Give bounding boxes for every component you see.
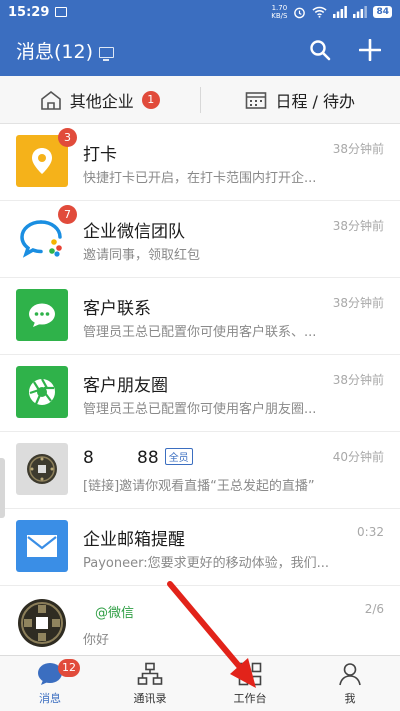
coin-icon: [27, 454, 57, 484]
unread-badge: 3: [58, 128, 77, 147]
grid-icon: [238, 662, 262, 686]
tab-messages[interactable]: 消息 12: [0, 656, 100, 711]
conversation-time: 40分钟前: [332, 450, 384, 464]
tab-contacts-label: 通讯录: [133, 692, 167, 705]
list-item[interactable]: @微信 你好 2/6: [0, 586, 400, 663]
network-speed-value: 1.70: [271, 4, 288, 12]
chat-bubble-icon: [20, 220, 62, 258]
wifi-icon: [312, 6, 328, 18]
conversation-name: 客户朋友圈: [83, 376, 168, 396]
battery-indicator: 84: [373, 6, 392, 18]
tab-me[interactable]: 我: [300, 656, 400, 711]
customer-moments-avatar: [16, 366, 68, 418]
conversation-preview: 管理员王总已配置你可使用客户朋友圈...: [83, 402, 317, 417]
status-bar: 15:29 1.70 KB/S 84: [0, 0, 400, 24]
conversation-preview: 你好: [83, 633, 110, 648]
unread-badge: 7: [58, 205, 77, 224]
list-item[interactable]: 8 88 全员 [链接]邀请你观看直播“王总发起的直播” 40分钟前: [0, 432, 400, 509]
tab-contacts[interactable]: 通讯录: [100, 656, 200, 711]
alarm-icon: [294, 7, 306, 18]
mail-avatar: [16, 520, 68, 572]
conversation-name-wrap: @微信: [83, 602, 134, 622]
conversation-time: 38分钟前: [332, 296, 384, 310]
mail-icon: [27, 535, 57, 557]
conversation-preview: [链接]邀请你观看直播“王总发起的直播”: [83, 479, 315, 494]
search-icon: [310, 40, 331, 61]
tab-workbench[interactable]: 工作台: [200, 656, 300, 711]
conversation-name-wrap: 8 88 全员: [83, 448, 193, 468]
side-drawer-handle[interactable]: [0, 458, 5, 518]
signal-icon-2: [353, 6, 368, 18]
other-companies-label: 其他企业: [69, 91, 134, 111]
calendar-icon: [246, 91, 267, 109]
conversation-name: 企业微信团队: [83, 222, 185, 242]
org-chart-icon: [137, 662, 163, 685]
conversation-name: 企业邮箱提醒: [83, 530, 185, 550]
conversation-time: 38分钟前: [332, 219, 384, 233]
monitor-icon: [99, 46, 115, 61]
app-header: 消息(12): [0, 24, 400, 76]
conversation-name: 打卡: [83, 145, 117, 165]
list-item[interactable]: 客户联系 管理员王总已配置你可使用客户联系、... 38分钟前: [0, 278, 400, 355]
wechat-tag: @微信: [95, 606, 135, 621]
status-right: 1.70 KB/S 84: [271, 4, 392, 20]
conversation-preview: 邀请同事，领取红包: [83, 248, 201, 263]
message-list: 3 打卡 快捷打卡已开启，在打卡范围内打开企... 38分钟前 7 企业微信团队…: [0, 124, 400, 663]
conversation-time: 38分钟前: [332, 142, 384, 156]
header-actions: [306, 36, 384, 64]
contact-avatar: [16, 597, 68, 649]
page-title: 消息(12): [16, 40, 94, 63]
aperture-icon: [29, 378, 55, 405]
schedule-todo-button[interactable]: 日程 / 待办: [201, 76, 400, 123]
search-button[interactable]: [306, 36, 334, 64]
network-speed-unit: KB/S: [271, 12, 288, 20]
messages-badge: 12: [58, 659, 80, 677]
list-item[interactable]: 7 企业微信团队 邀请同事，领取红包 38分钟前: [0, 201, 400, 278]
signal-icon: [333, 6, 348, 18]
person-icon: [339, 663, 361, 686]
list-item[interactable]: 3 打卡 快捷打卡已开启，在打卡范围内打开企... 38分钟前: [0, 124, 400, 201]
tab-messages-label: 消息: [39, 692, 61, 705]
conversation-preview: Payoneer:您要求更好的移动体验，我们...: [83, 556, 329, 571]
conversation-time: 38分钟前: [332, 373, 384, 387]
list-item[interactable]: 客户朋友圈 管理员王总已配置你可使用客户朋友圈... 38分钟前: [0, 355, 400, 432]
other-companies-button[interactable]: 其他企业 1: [0, 76, 200, 123]
other-companies-badge: 1: [141, 90, 160, 109]
home-icon: [40, 90, 61, 110]
conversation-preview: 快捷打卡已开启，在打卡范围内打开企...: [83, 171, 317, 186]
conversation-time: 2/6: [364, 602, 384, 616]
conversation-preview: 管理员王总已配置你可使用客户联系、...: [83, 325, 317, 340]
status-time: 15:29: [8, 4, 50, 20]
plus-icon: [359, 39, 381, 61]
conversation-name: 8 88: [83, 448, 159, 468]
all-staff-tag: 全员: [164, 448, 193, 465]
list-item[interactable]: 企业邮箱提醒 Payoneer:您要求更好的移动体验，我们... 0:32: [0, 509, 400, 586]
tab-workbench-label: 工作台: [233, 692, 267, 705]
schedule-todo-label: 日程 / 待办: [275, 91, 356, 111]
coin-icon: [18, 599, 66, 647]
add-button[interactable]: [356, 36, 384, 64]
customer-contact-avatar: [16, 289, 68, 341]
conversation-time: 0:32: [357, 525, 384, 539]
conversation-name: 客户联系: [83, 299, 151, 319]
sub-header: 其他企业 1 日程 / 待办: [0, 76, 400, 124]
group-avatar: [16, 443, 68, 495]
network-speed: 1.70 KB/S: [271, 4, 287, 20]
bottom-tab-bar: 消息 12 通讯录 工作台 我: [0, 655, 400, 711]
chat-icon: [29, 303, 55, 327]
notification-icon: [55, 7, 68, 17]
tab-me-label: 我: [344, 692, 356, 705]
location-pin-icon: [32, 148, 52, 174]
